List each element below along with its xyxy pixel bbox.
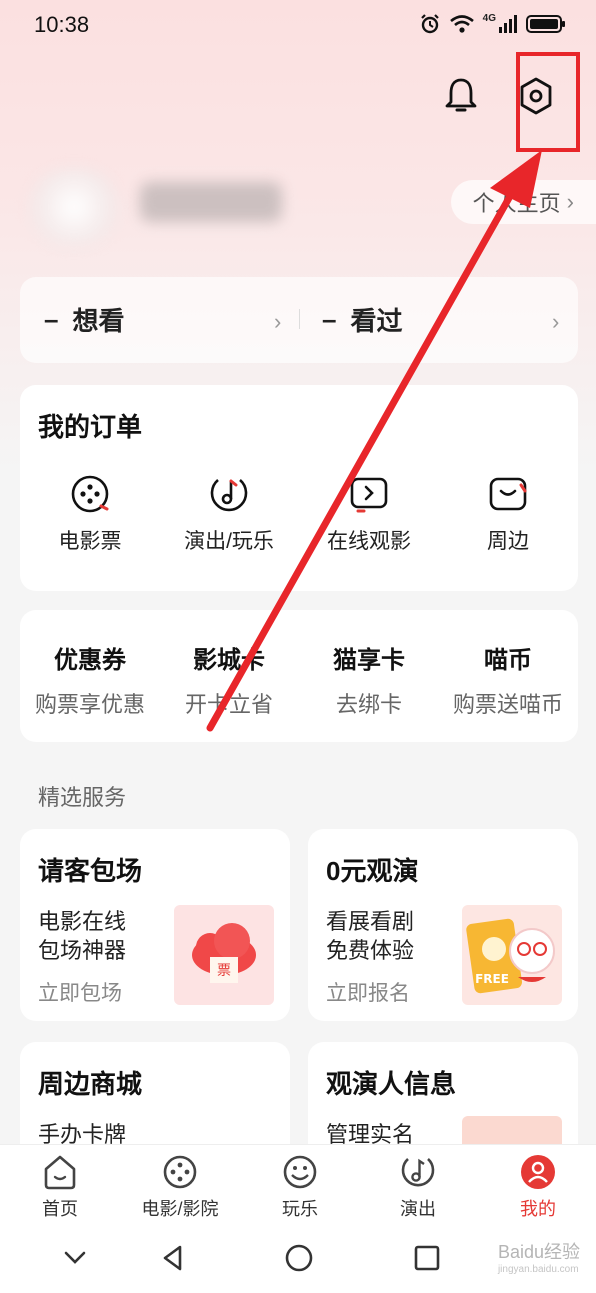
benefit-maoxiang-card[interactable]: 猫享卡 去绑卡 xyxy=(299,640,439,719)
my-orders-card: 我的订单 电影票 演出/玩乐 在线观影 周边 xyxy=(20,385,578,591)
chevron-right-icon: › xyxy=(552,309,560,334)
watermark: Baidu经验 jingyan.baidu.com xyxy=(498,1238,580,1275)
home-icon xyxy=(44,1155,76,1190)
tab-home[interactable]: 首页 xyxy=(0,1153,120,1221)
service-title: 观演人信息 xyxy=(326,1069,457,1099)
order-merch[interactable]: 周边 xyxy=(453,473,563,555)
order-label: 演出/玩乐 xyxy=(184,530,274,553)
status-bar: 10:38 4G xyxy=(0,0,596,52)
tab-label: 我的 xyxy=(520,1199,556,1219)
status-time: 10:38 xyxy=(34,12,90,37)
system-navigation-bar: Baidu经验 jingyan.baidu.com xyxy=(0,1226,596,1293)
highlight-annotation-box xyxy=(516,52,580,152)
divider xyxy=(299,309,300,329)
service-desc-line: 看展看剧 xyxy=(326,909,415,934)
alarm-icon xyxy=(420,14,439,34)
order-shows[interactable]: 演出/玩乐 xyxy=(174,473,284,555)
benefit-title: 优惠券 xyxy=(54,647,126,674)
order-label: 电影票 xyxy=(58,530,122,553)
service-description: 电影在线 包场神器 xyxy=(38,907,178,965)
signal-icon xyxy=(499,15,517,33)
home-circle-icon[interactable] xyxy=(285,1244,313,1272)
chevron-down-icon[interactable] xyxy=(62,1244,88,1272)
homepage-button[interactable]: 个人主页 › xyxy=(450,180,596,224)
profile-header: 个人主页 › xyxy=(0,160,596,250)
wifi-icon xyxy=(449,15,474,33)
benefit-title: 影城卡 xyxy=(193,647,265,674)
order-online-viewing[interactable]: 在线观影 xyxy=(314,473,424,555)
mascot-free-illustration: FREE xyxy=(462,905,562,1005)
benefit-subtitle: 购票送喵币 xyxy=(452,692,563,717)
tab-mine[interactable]: 我的 xyxy=(478,1153,596,1221)
service-link[interactable]: 立即报名 xyxy=(326,977,410,1007)
section-label: 精选服务 xyxy=(38,785,127,810)
service-card-private-screening[interactable]: 请客包场 电影在线 包场神器 立即包场 票 xyxy=(20,829,290,1021)
service-desc-line: 电影在线 xyxy=(38,909,127,934)
benefit-title: 猫享卡 xyxy=(333,647,405,674)
tab-shows[interactable]: 演出 xyxy=(358,1153,478,1221)
watch-stats-card: – 想看 › – 看过 › xyxy=(20,277,578,363)
avatar[interactable] xyxy=(28,168,120,246)
chevron-right-icon: › xyxy=(566,189,574,214)
service-title: 0元观演 xyxy=(326,856,419,886)
benefit-subtitle: 去绑卡 xyxy=(335,692,402,717)
ticket-text: 票 xyxy=(217,963,231,979)
bag-icon xyxy=(489,477,527,511)
seen-label: 看过 xyxy=(350,306,403,336)
music-note-icon xyxy=(401,1158,435,1187)
service-desc-line: 包场神器 xyxy=(38,938,127,963)
status-icons: 4G xyxy=(419,13,566,35)
order-label: 在线观影 xyxy=(327,530,411,553)
service-title: 请客包场 xyxy=(38,856,143,886)
back-triangle-icon[interactable] xyxy=(160,1244,186,1272)
watermark-url: jingyan.baidu.com xyxy=(497,1264,579,1275)
benefit-title: 喵币 xyxy=(484,647,532,674)
seen-count: – xyxy=(322,304,337,334)
benefit-cinema-card[interactable]: 影城卡 开卡立省 xyxy=(159,640,299,719)
username-blurred xyxy=(140,182,282,222)
benefit-subtitle: 购票享优惠 xyxy=(34,692,145,717)
tab-label: 演出 xyxy=(400,1199,436,1219)
watermark-brand: Baidu经验 xyxy=(497,1242,580,1262)
bell-icon[interactable] xyxy=(444,76,478,121)
smiley-icon xyxy=(283,1155,317,1189)
film-reel-icon xyxy=(71,475,109,513)
network-type: 4G xyxy=(482,13,496,24)
homepage-label: 个人主页 xyxy=(472,191,561,216)
film-reel-icon xyxy=(163,1155,197,1189)
benefit-coins[interactable]: 喵币 购票送喵币 xyxy=(438,640,578,719)
tab-label: 电影/影院 xyxy=(141,1199,219,1219)
want-count: – xyxy=(44,304,59,334)
cloud-ticket-illustration: 票 xyxy=(174,905,274,1005)
want-to-watch[interactable]: – 想看 xyxy=(44,301,124,338)
attendee-illustration xyxy=(462,1116,562,1144)
free-text: FREE xyxy=(475,972,509,986)
tab-fun[interactable]: 玩乐 xyxy=(240,1153,360,1221)
service-desc-line: 免费体验 xyxy=(326,938,415,963)
service-card-free-shows[interactable]: 0元观演 看展看剧 免费体验 立即报名 FREE xyxy=(308,829,578,1021)
benefits-card: 优惠券 购票享优惠 影城卡 开卡立省 猫享卡 去绑卡 喵币 购票送喵币 xyxy=(20,610,578,742)
watched[interactable]: – 看过 xyxy=(322,301,402,338)
order-movie-tickets[interactable]: 电影票 xyxy=(35,473,145,555)
service-title: 周边商城 xyxy=(38,1069,143,1099)
want-label: 想看 xyxy=(72,306,125,336)
chevron-right-icon: › xyxy=(274,309,282,334)
tab-label: 首页 xyxy=(42,1199,78,1219)
tab-movies[interactable]: 电影/影院 xyxy=(120,1153,240,1221)
bottom-tab-bar: 首页 电影/影院 玩乐 演出 我的 xyxy=(0,1144,596,1227)
music-note-icon xyxy=(210,479,248,512)
tab-label: 玩乐 xyxy=(282,1199,318,1219)
recents-square-icon[interactable] xyxy=(414,1244,440,1272)
benefit-coupons[interactable]: 优惠券 购票享优惠 xyxy=(20,640,160,719)
benefit-subtitle: 开卡立省 xyxy=(184,692,273,717)
play-screen-icon xyxy=(350,477,388,513)
user-icon xyxy=(521,1155,555,1189)
order-label: 周边 xyxy=(487,530,529,553)
service-link[interactable]: 立即包场 xyxy=(38,977,122,1007)
orders-title: 我的订单 xyxy=(38,412,143,442)
battery-icon xyxy=(526,15,565,33)
service-description: 看展看剧 免费体验 xyxy=(326,907,466,965)
